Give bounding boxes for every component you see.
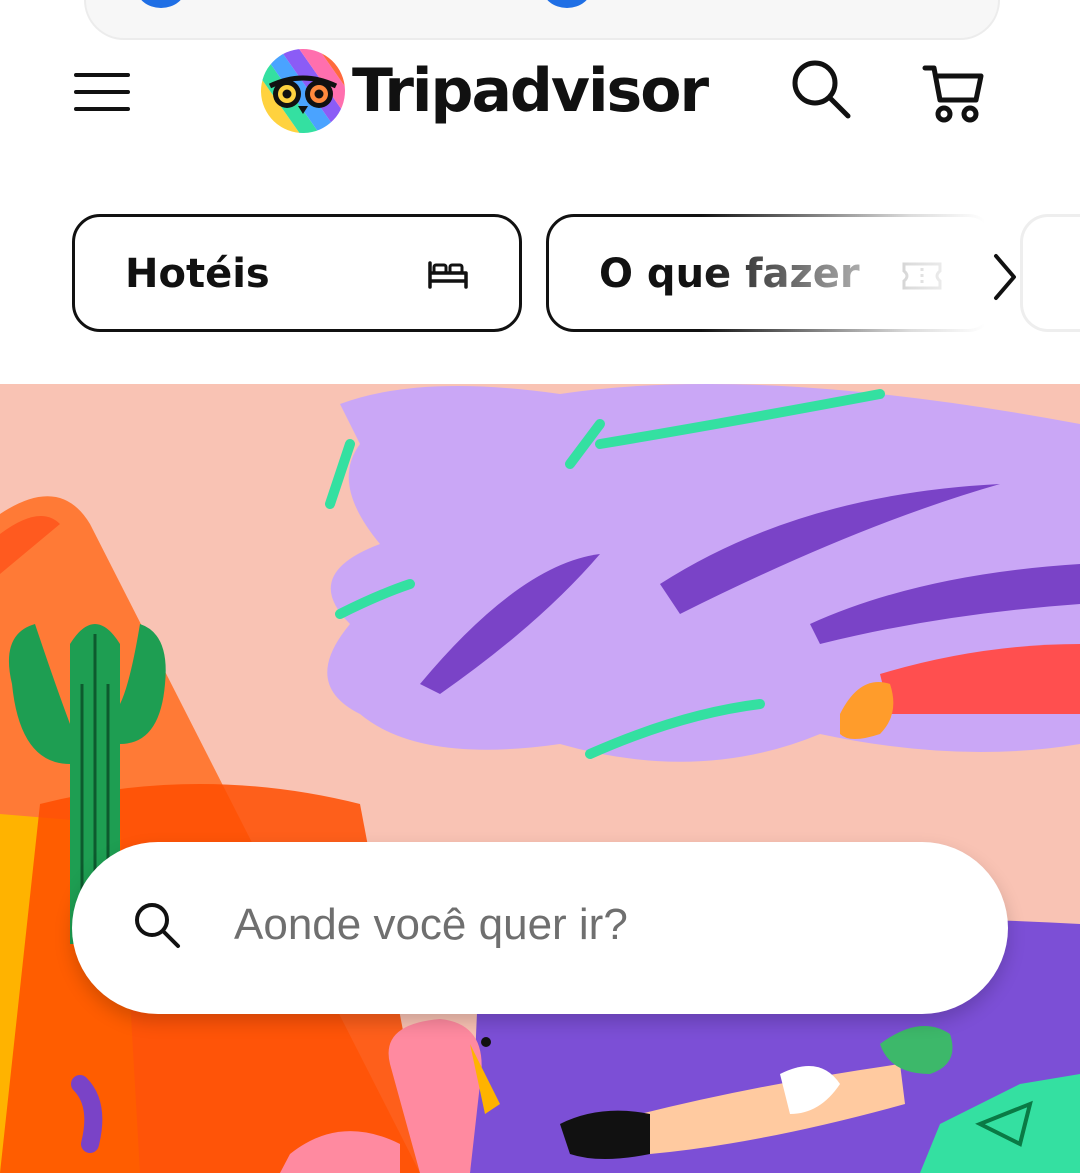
destination-search-input[interactable]: Aonde você quer ir? [72, 842, 1008, 1014]
tab-hotels-label: Hotéis [125, 251, 270, 297]
tab-things-to-do-label: O que fazer [599, 251, 860, 297]
search-icon [135, 903, 180, 948]
ticket-icon [902, 262, 942, 290]
tab-things-to-do[interactable]: O que fazer [546, 214, 996, 332]
search-placeholder: Aonde você quer ir? [234, 900, 628, 949]
bed-icon [428, 261, 468, 289]
header: Tripadvisor [0, 40, 1080, 150]
tab-hotels[interactable]: Hotéis [72, 214, 522, 332]
logo-wordmark: Tripadvisor [352, 56, 709, 126]
cart-icon[interactable] [922, 62, 986, 124]
chevron-right-icon[interactable] [990, 252, 1020, 302]
search-icon[interactable] [790, 58, 852, 120]
tab-partial [1020, 214, 1080, 332]
tripadvisor-logo[interactable]: Tripadvisor [260, 48, 709, 134]
hero-illustration [0, 384, 1080, 1173]
top-bar-partial [84, 0, 1000, 40]
hamburger-menu-icon[interactable] [74, 73, 130, 111]
owl-logo-icon [260, 48, 346, 134]
